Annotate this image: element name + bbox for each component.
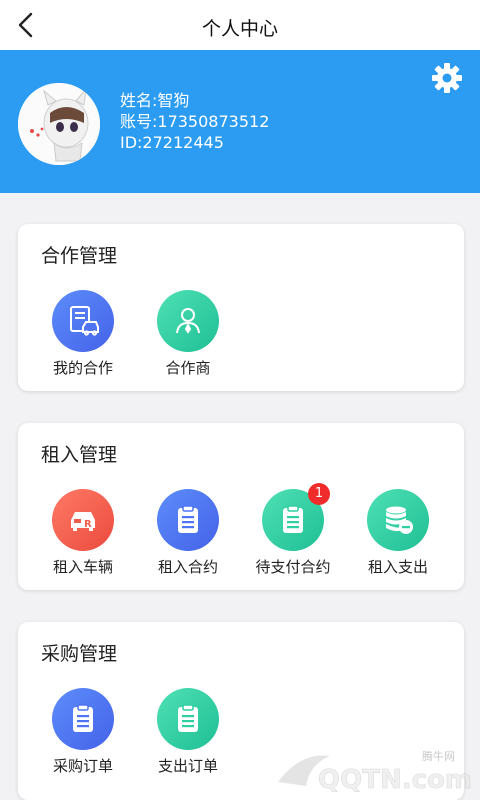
car-icon: R bbox=[52, 489, 114, 551]
contract-car-icon bbox=[52, 290, 114, 352]
clipboard-icon: 1 bbox=[262, 483, 330, 551]
expense-order-button[interactable]: 支出订单 bbox=[136, 688, 240, 776]
profile-account: 账号:17350873512 bbox=[120, 112, 270, 131]
item-label: 租入车辆 bbox=[52, 558, 113, 576]
top-nav-bar: 个人中心 bbox=[0, 0, 480, 50]
profile-info: 姓名:智狗 账号:17350873512 ID:27212445 bbox=[120, 90, 269, 153]
profile-header: 姓名:智狗 账号:17350873512 ID:27212445 bbox=[0, 50, 480, 193]
lease-expense-button[interactable]: 租入支出 bbox=[346, 489, 450, 577]
coins-minus-icon bbox=[367, 489, 429, 551]
section-title: 采购管理 bbox=[41, 643, 118, 665]
partner-person-icon bbox=[157, 290, 219, 352]
clipboard-icon bbox=[157, 489, 219, 551]
item-label: 我的合作 bbox=[52, 359, 113, 377]
partner-button[interactable]: 合作商 bbox=[136, 290, 240, 378]
item-label: 租入合约 bbox=[157, 558, 218, 576]
section-title: 合作管理 bbox=[41, 245, 118, 267]
profile-id: ID:27212445 bbox=[120, 133, 224, 152]
item-label: 采购订单 bbox=[52, 757, 113, 775]
section-title: 租入管理 bbox=[41, 444, 118, 466]
avatar[interactable] bbox=[18, 83, 100, 165]
watermark-logo: 腾牛网 QQTN.com bbox=[278, 749, 472, 795]
lease-contract-button[interactable]: 租入合约 bbox=[136, 489, 240, 577]
watermark-brand: QQTN.com bbox=[318, 765, 472, 795]
clipboard-icon bbox=[52, 688, 114, 750]
pending-payment-contract-button[interactable]: 1 待支付合约 bbox=[241, 483, 345, 577]
watermark-site: 腾牛网 bbox=[422, 749, 455, 763]
profile-name: 姓名:智狗 bbox=[120, 91, 190, 110]
purchase-order-button[interactable]: 采购订单 bbox=[31, 688, 135, 776]
item-label: 待支付合约 bbox=[255, 558, 331, 576]
notification-badge: 1 bbox=[308, 483, 330, 505]
settings-gear-icon[interactable] bbox=[430, 61, 464, 95]
lease-in-section: 租入管理 R 租入车辆 租入合约 1 待支付合约 租入支出 bbox=[18, 423, 464, 590]
item-label: 租入支出 bbox=[367, 558, 428, 576]
page-title: 个人中心 bbox=[201, 18, 278, 40]
clipboard-icon bbox=[157, 688, 219, 750]
my-cooperation-button[interactable]: 我的合作 bbox=[31, 290, 135, 378]
item-label: 合作商 bbox=[165, 359, 211, 377]
item-label: 支出订单 bbox=[157, 757, 218, 775]
cooperation-section: 合作管理 我的合作 合作商 bbox=[18, 224, 464, 391]
leased-vehicles-button[interactable]: R 租入车辆 bbox=[31, 489, 135, 577]
